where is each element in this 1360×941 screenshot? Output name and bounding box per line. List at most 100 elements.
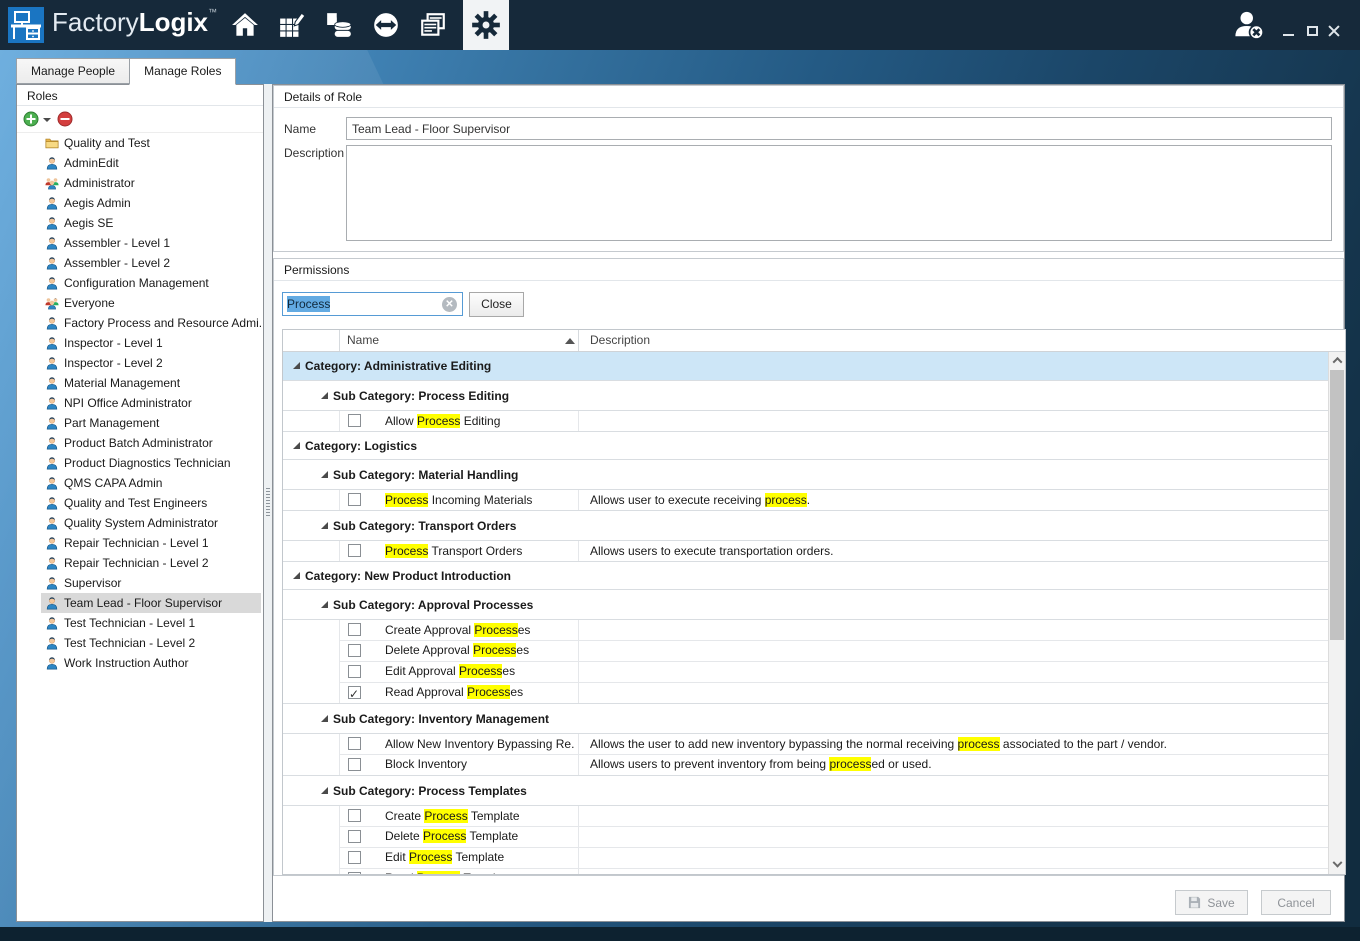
permission-checkbox[interactable] (348, 872, 361, 875)
role-list-item[interactable]: Assembler - Level 1 (17, 233, 263, 253)
permission-checkbox[interactable] (348, 623, 361, 636)
role-name-input[interactable] (346, 117, 1332, 140)
permission-row[interactable]: Edit Process Template (283, 847, 1328, 868)
reports-icon[interactable] (410, 0, 456, 50)
role-list-item[interactable]: Team Lead - Floor Supervisor (17, 593, 263, 613)
role-list-item[interactable]: Repair Technician - Level 1 (17, 533, 263, 553)
remove-role-icon[interactable] (57, 111, 73, 127)
permission-checkbox[interactable] (348, 809, 361, 822)
role-list-item[interactable]: QMS CAPA Admin (17, 473, 263, 493)
scroll-down-icon[interactable] (1329, 857, 1345, 874)
permission-row[interactable]: Process Incoming MaterialsAllows user to… (283, 489, 1328, 510)
settings-icon[interactable] (463, 0, 509, 50)
tab-manage-roles[interactable]: Manage Roles (129, 58, 236, 85)
permission-checkbox[interactable] (348, 737, 361, 750)
expander-icon[interactable] (321, 392, 328, 399)
permission-checkbox[interactable] (348, 414, 361, 427)
expander-icon[interactable] (293, 362, 300, 369)
role-list-item[interactable]: NPI Office Administrator (17, 393, 263, 413)
role-list-item[interactable]: Test Technician - Level 2 (17, 633, 263, 653)
permission-row[interactable]: Create Process Template (283, 805, 1328, 826)
role-list-item[interactable]: Aegis Admin (17, 193, 263, 213)
clear-search-icon[interactable]: ✕ (442, 297, 457, 312)
caret-down-icon[interactable] (43, 118, 51, 122)
subcategory-row[interactable]: Sub Category: Inventory Management (283, 703, 1328, 733)
subcategory-row[interactable]: Sub Category: Approval Processes (283, 589, 1328, 619)
role-list-item[interactable]: Supervisor (17, 573, 263, 593)
permission-row[interactable]: Delete Approval Processes (283, 640, 1328, 661)
role-list-item[interactable]: Product Batch Administrator (17, 433, 263, 453)
role-list-item[interactable]: Test Technician - Level 1 (17, 613, 263, 633)
cancel-button[interactable]: Cancel (1261, 890, 1331, 915)
panel-splitter[interactable] (264, 84, 272, 922)
expander-icon[interactable] (321, 787, 328, 794)
role-list-item[interactable]: Product Diagnostics Technician (17, 453, 263, 473)
materials-icon[interactable] (316, 0, 362, 50)
permission-checkbox[interactable] (348, 544, 361, 557)
permission-checkbox[interactable] (348, 665, 361, 678)
expander-icon[interactable] (321, 601, 328, 608)
permission-row[interactable]: Read Process Template (283, 868, 1328, 874)
role-list-item[interactable]: AdminEdit (17, 153, 263, 173)
expander-icon[interactable] (293, 442, 300, 449)
scroll-up-icon[interactable] (1329, 352, 1345, 369)
expander-icon[interactable] (321, 715, 328, 722)
permission-checkbox[interactable] (348, 851, 361, 864)
permission-checkbox[interactable] (348, 644, 361, 657)
category-row[interactable]: Category: New Product Introduction (283, 561, 1328, 589)
permission-row[interactable]: Block InventoryAllows users to prevent i… (283, 754, 1328, 775)
column-header-description[interactable]: Description (590, 333, 650, 347)
subcategory-row[interactable]: Sub Category: Process Editing (283, 380, 1328, 410)
permission-row[interactable]: Read Approval Processes (283, 682, 1328, 703)
subcategory-row[interactable]: Sub Category: Transport Orders (283, 510, 1328, 540)
role-list-item[interactable]: Work Instruction Author (17, 653, 263, 673)
expander-icon[interactable] (293, 572, 300, 579)
vertical-scrollbar[interactable] (1328, 352, 1345, 874)
permission-checkbox[interactable] (348, 686, 361, 699)
home-icon[interactable] (222, 0, 268, 50)
operations-icon[interactable] (363, 0, 409, 50)
minimize-button[interactable] (1278, 22, 1298, 40)
permission-checkbox[interactable] (348, 758, 361, 771)
production-definitions-icon[interactable] (269, 0, 315, 50)
user-logout-icon[interactable] (1232, 9, 1266, 43)
permission-row[interactable]: Edit Approval Processes (283, 661, 1328, 682)
column-header-name[interactable]: Name (347, 333, 379, 347)
role-list-item[interactable]: Quality and Test Engineers (17, 493, 263, 513)
expander-icon[interactable] (321, 471, 328, 478)
permission-row[interactable]: Delete Process Template (283, 826, 1328, 847)
role-list-item[interactable]: Material Management (17, 373, 263, 393)
subcategory-row[interactable]: Sub Category: Material Handling (283, 459, 1328, 489)
scrollbar-thumb[interactable] (1330, 370, 1344, 640)
role-list-item[interactable]: Administrator (17, 173, 263, 193)
role-list-item[interactable]: Aegis SE (17, 213, 263, 233)
permission-checkbox[interactable] (348, 493, 361, 506)
role-list-item[interactable]: Part Management (17, 413, 263, 433)
expander-icon[interactable] (321, 522, 328, 529)
close-search-button[interactable]: Close (469, 292, 524, 317)
permission-row[interactable]: Create Approval Processes (283, 619, 1328, 640)
tab-manage-people[interactable]: Manage People (16, 58, 130, 84)
permission-row[interactable]: Allow New Inventory Bypassing Re...Allow… (283, 733, 1328, 754)
maximize-button[interactable] (1302, 22, 1322, 40)
subcategory-row[interactable]: Sub Category: Process Templates (283, 775, 1328, 805)
role-list-item[interactable]: Quality and Test (17, 133, 263, 153)
permission-search-input[interactable]: Process ✕ (282, 292, 463, 316)
permission-row[interactable]: Allow Process Editing (283, 410, 1328, 431)
role-list-item[interactable]: Quality System Administrator (17, 513, 263, 533)
role-list-item[interactable]: Inspector - Level 1 (17, 333, 263, 353)
role-list-item[interactable]: Everyone (17, 293, 263, 313)
permission-checkbox[interactable] (348, 830, 361, 843)
role-list-item[interactable]: Inspector - Level 2 (17, 353, 263, 373)
role-list-item[interactable]: Assembler - Level 2 (17, 253, 263, 273)
role-list-item[interactable]: Factory Process and Resource Admi... (17, 313, 263, 333)
permission-row[interactable]: Process Transport OrdersAllows users to … (283, 540, 1328, 561)
role-list-item[interactable]: Configuration Management (17, 273, 263, 293)
category-row[interactable]: Category: Administrative Editing (283, 352, 1328, 380)
role-description-input[interactable] (346, 145, 1332, 241)
role-list-item[interactable]: Repair Technician - Level 2 (17, 553, 263, 573)
category-row[interactable]: Category: Logistics (283, 431, 1328, 459)
save-button[interactable]: Save (1175, 890, 1248, 915)
add-role-icon[interactable] (23, 111, 39, 127)
close-button[interactable] (1324, 22, 1344, 40)
